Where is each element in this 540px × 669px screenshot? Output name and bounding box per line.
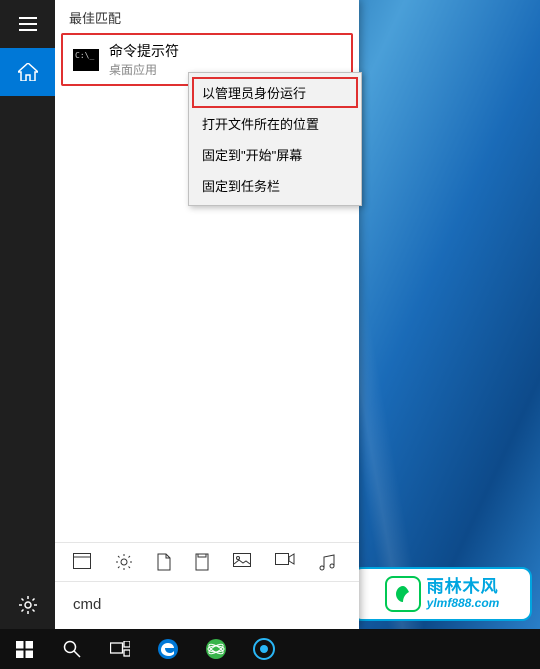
watermark-logo: 雨林木风 ylmf888.com — [352, 567, 532, 621]
start-button[interactable] — [0, 629, 48, 669]
filter-videos-icon[interactable] — [275, 553, 295, 571]
home-button[interactable] — [0, 48, 55, 96]
filter-apps-icon[interactable] — [73, 553, 91, 571]
watermark-url: ylmf888.com — [427, 597, 500, 610]
cmd-icon — [73, 49, 99, 71]
result-title: 命令提示符 — [109, 41, 179, 61]
menu-open-file-location[interactable]: 打开文件所在的位置 — [192, 108, 358, 139]
filter-documents-icon[interactable] — [157, 553, 171, 571]
filter-settings-icon[interactable] — [115, 553, 133, 571]
search-input[interactable]: cmd — [55, 581, 359, 629]
leaf-icon — [385, 576, 421, 612]
hamburger-button[interactable] — [0, 0, 55, 48]
filter-photos-icon[interactable] — [233, 553, 251, 571]
filter-music-icon[interactable] — [319, 553, 335, 571]
watermark-title: 雨林木风 — [427, 578, 500, 597]
taskbar — [0, 629, 540, 669]
taskbar-edge-icon[interactable] — [144, 629, 192, 669]
menu-run-as-admin[interactable]: 以管理员身份运行 — [192, 77, 358, 108]
search-section-header: 最佳匹配 — [55, 0, 359, 31]
taskbar-app-green-icon[interactable] — [192, 629, 240, 669]
settings-button[interactable] — [0, 581, 55, 629]
taskbar-app-blue-icon[interactable] — [240, 629, 288, 669]
search-icon[interactable] — [48, 629, 96, 669]
task-view-icon[interactable] — [96, 629, 144, 669]
filter-folders-icon[interactable] — [195, 553, 209, 571]
menu-pin-to-start[interactable]: 固定到"开始"屏幕 — [192, 139, 358, 170]
result-subtitle: 桌面应用 — [109, 61, 179, 78]
menu-pin-to-taskbar[interactable]: 固定到任务栏 — [192, 170, 358, 201]
search-filter-bar — [55, 542, 359, 581]
context-menu: 以管理员身份运行 打开文件所在的位置 固定到"开始"屏幕 固定到任务栏 — [188, 72, 362, 206]
start-left-rail — [0, 0, 55, 629]
